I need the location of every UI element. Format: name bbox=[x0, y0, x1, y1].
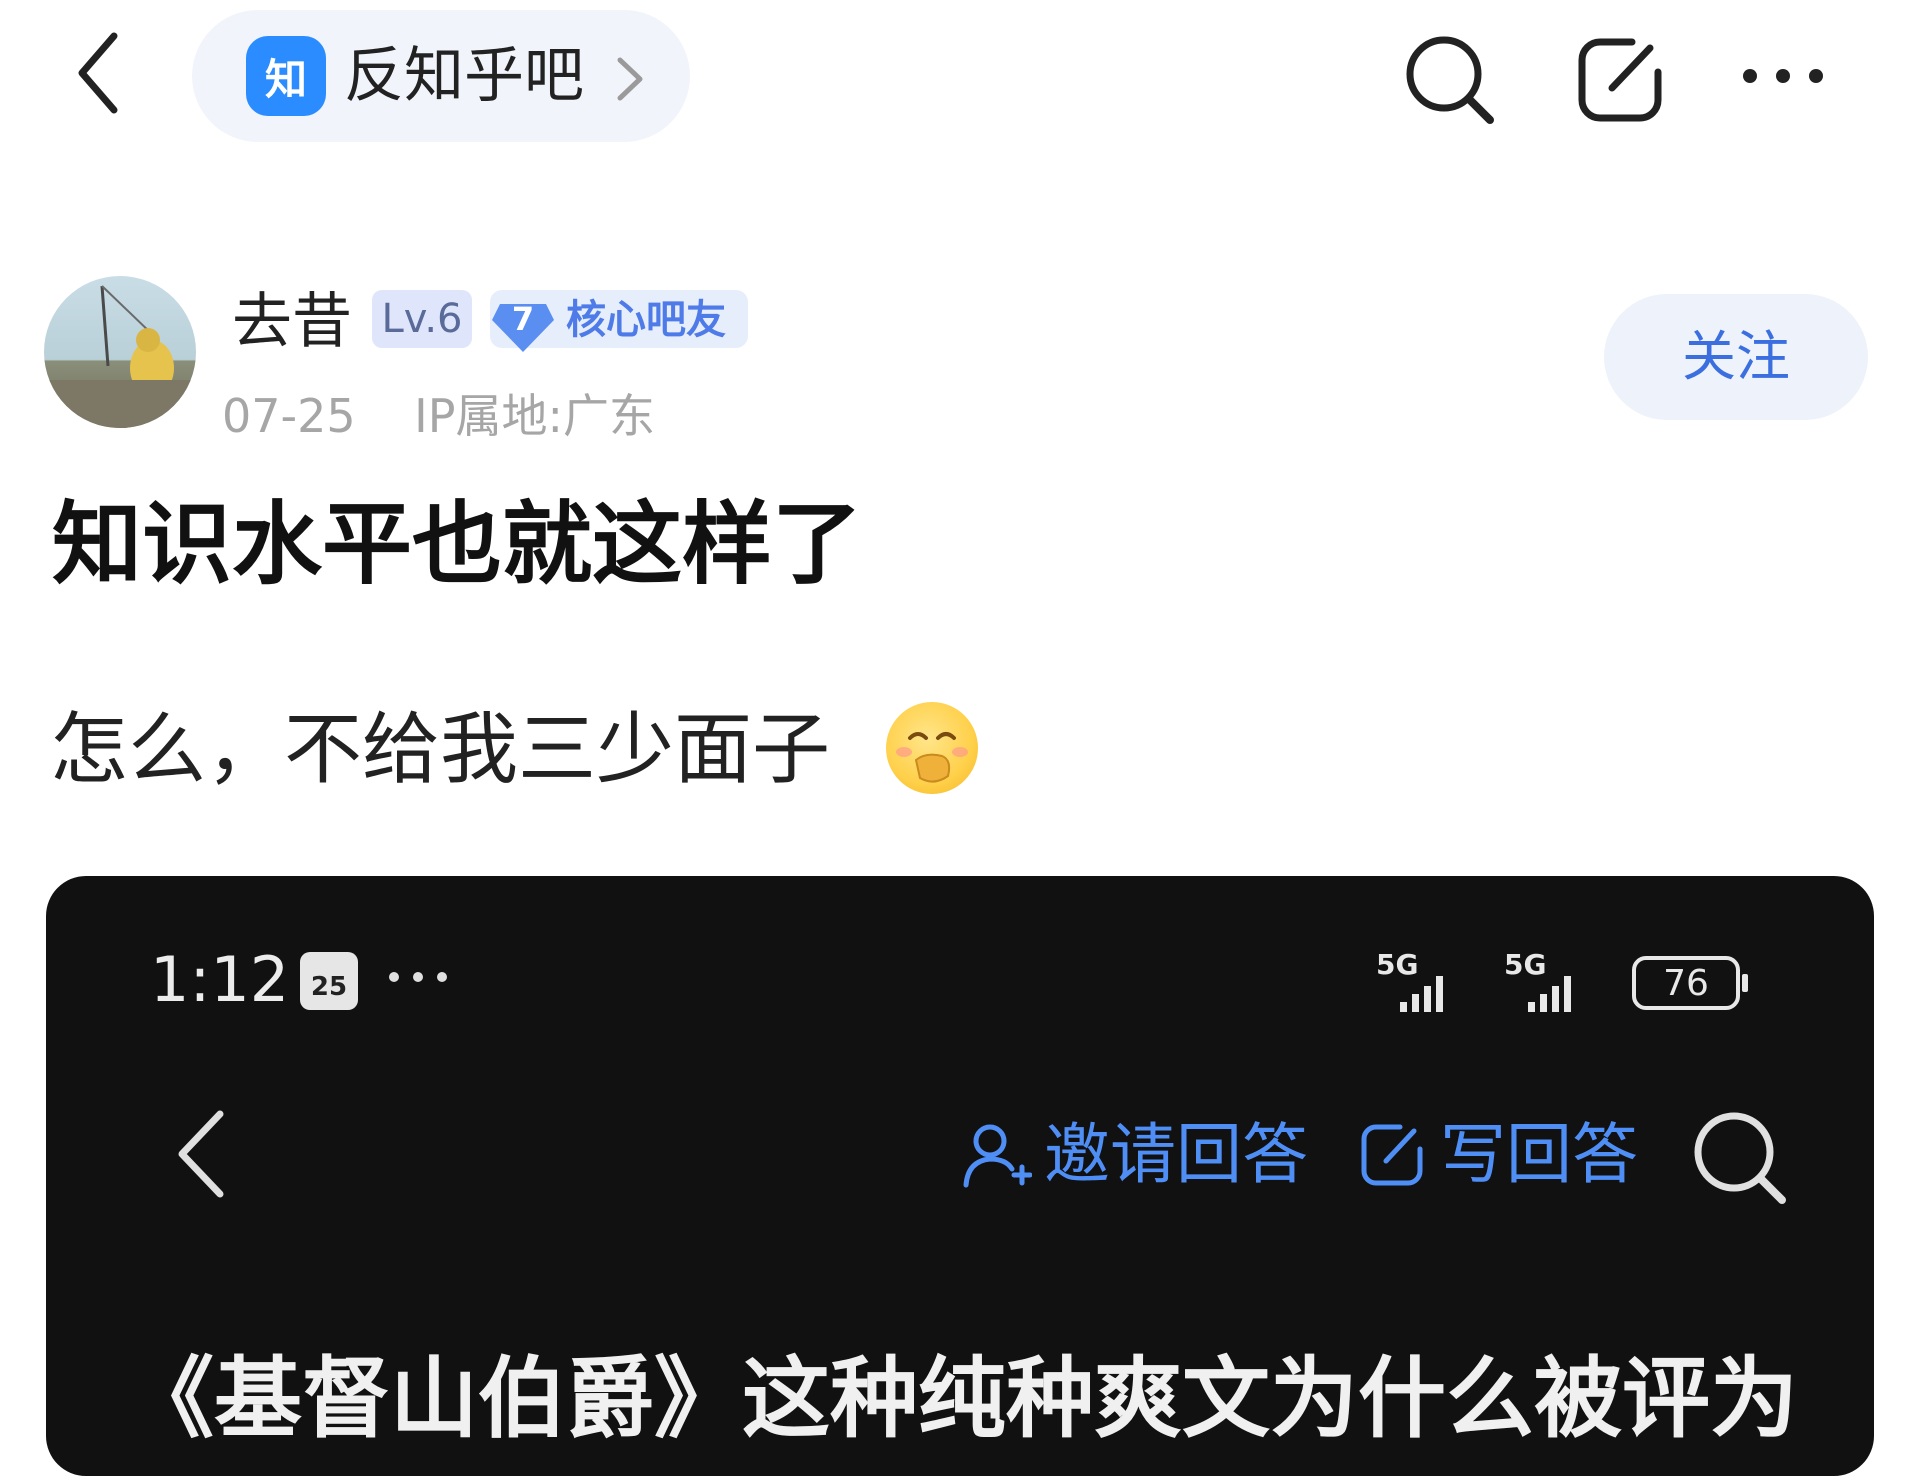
invite-answer-button[interactable]: 邀请回答 bbox=[960, 1110, 1308, 1200]
core-number: 7 bbox=[511, 300, 535, 338]
battery-level: 76 bbox=[1663, 963, 1709, 1004]
back-button[interactable] bbox=[70, 28, 130, 118]
username[interactable]: 去昔 bbox=[232, 286, 352, 358]
write-answer-button[interactable]: 写回答 bbox=[1356, 1110, 1638, 1200]
avatar[interactable] bbox=[44, 276, 196, 428]
edit-icon bbox=[1578, 38, 1662, 122]
status-icons: 5G 5G 76 bbox=[1376, 948, 1748, 1012]
more-icon bbox=[389, 972, 447, 982]
invite-answer-label: 邀请回答 bbox=[1044, 1116, 1308, 1193]
forum-header-link[interactable]: 知 反知乎吧 bbox=[192, 10, 690, 142]
invite-user-icon bbox=[963, 1124, 1032, 1188]
search-icon bbox=[1406, 36, 1494, 124]
battery-icon: 76 bbox=[1632, 956, 1748, 1010]
core-member-badge: 7 核心吧友 bbox=[490, 290, 748, 352]
edit-button[interactable] bbox=[1570, 30, 1670, 130]
ip-location: IP属地:广东 bbox=[414, 389, 655, 443]
covering-mouth-emoji-icon bbox=[886, 702, 978, 794]
level-badge: Lv.6 bbox=[372, 290, 472, 348]
post-title: 知识水平也就这样了 bbox=[52, 492, 862, 597]
status-time: 1:12 bbox=[150, 943, 290, 1016]
follow-button[interactable]: 关注 bbox=[1604, 294, 1868, 420]
signal-1-label: 5G bbox=[1376, 948, 1418, 981]
calendar-icon: 25 bbox=[300, 952, 358, 1010]
back-icon[interactable] bbox=[166, 1104, 236, 1204]
more-icon bbox=[1743, 69, 1823, 83]
post-meta: 07-25 IP属地:广东 bbox=[222, 386, 655, 446]
forum-logo: 知 bbox=[246, 36, 326, 116]
forum-name: 反知乎吧 bbox=[344, 41, 584, 111]
search-button[interactable] bbox=[1400, 30, 1500, 130]
write-icon bbox=[1361, 1124, 1423, 1186]
more-button[interactable] bbox=[1738, 56, 1828, 96]
search-icon[interactable] bbox=[1686, 1104, 1796, 1214]
embedded-screenshot[interactable]: 1:12 25 5G 5G 76 邀请回答 写回答 《基督山伯爵》这种纯种爽文为… bbox=[46, 876, 1874, 1476]
core-label: 核心吧友 bbox=[566, 297, 726, 343]
chevron-right-icon bbox=[617, 57, 643, 101]
post-body: 怎么，不给我三少面子 bbox=[50, 705, 831, 795]
signal-2-label: 5G bbox=[1504, 948, 1546, 981]
question-title: 《基督山伯爵》这种纯种爽文为什么被评为 bbox=[126, 1347, 1799, 1450]
back-icon bbox=[78, 32, 118, 114]
post-date: 07-25 bbox=[222, 389, 356, 443]
signal-bars-2-icon bbox=[1528, 976, 1571, 1012]
write-answer-label: 写回答 bbox=[1440, 1116, 1638, 1193]
signal-bars-1-icon bbox=[1400, 976, 1443, 1012]
